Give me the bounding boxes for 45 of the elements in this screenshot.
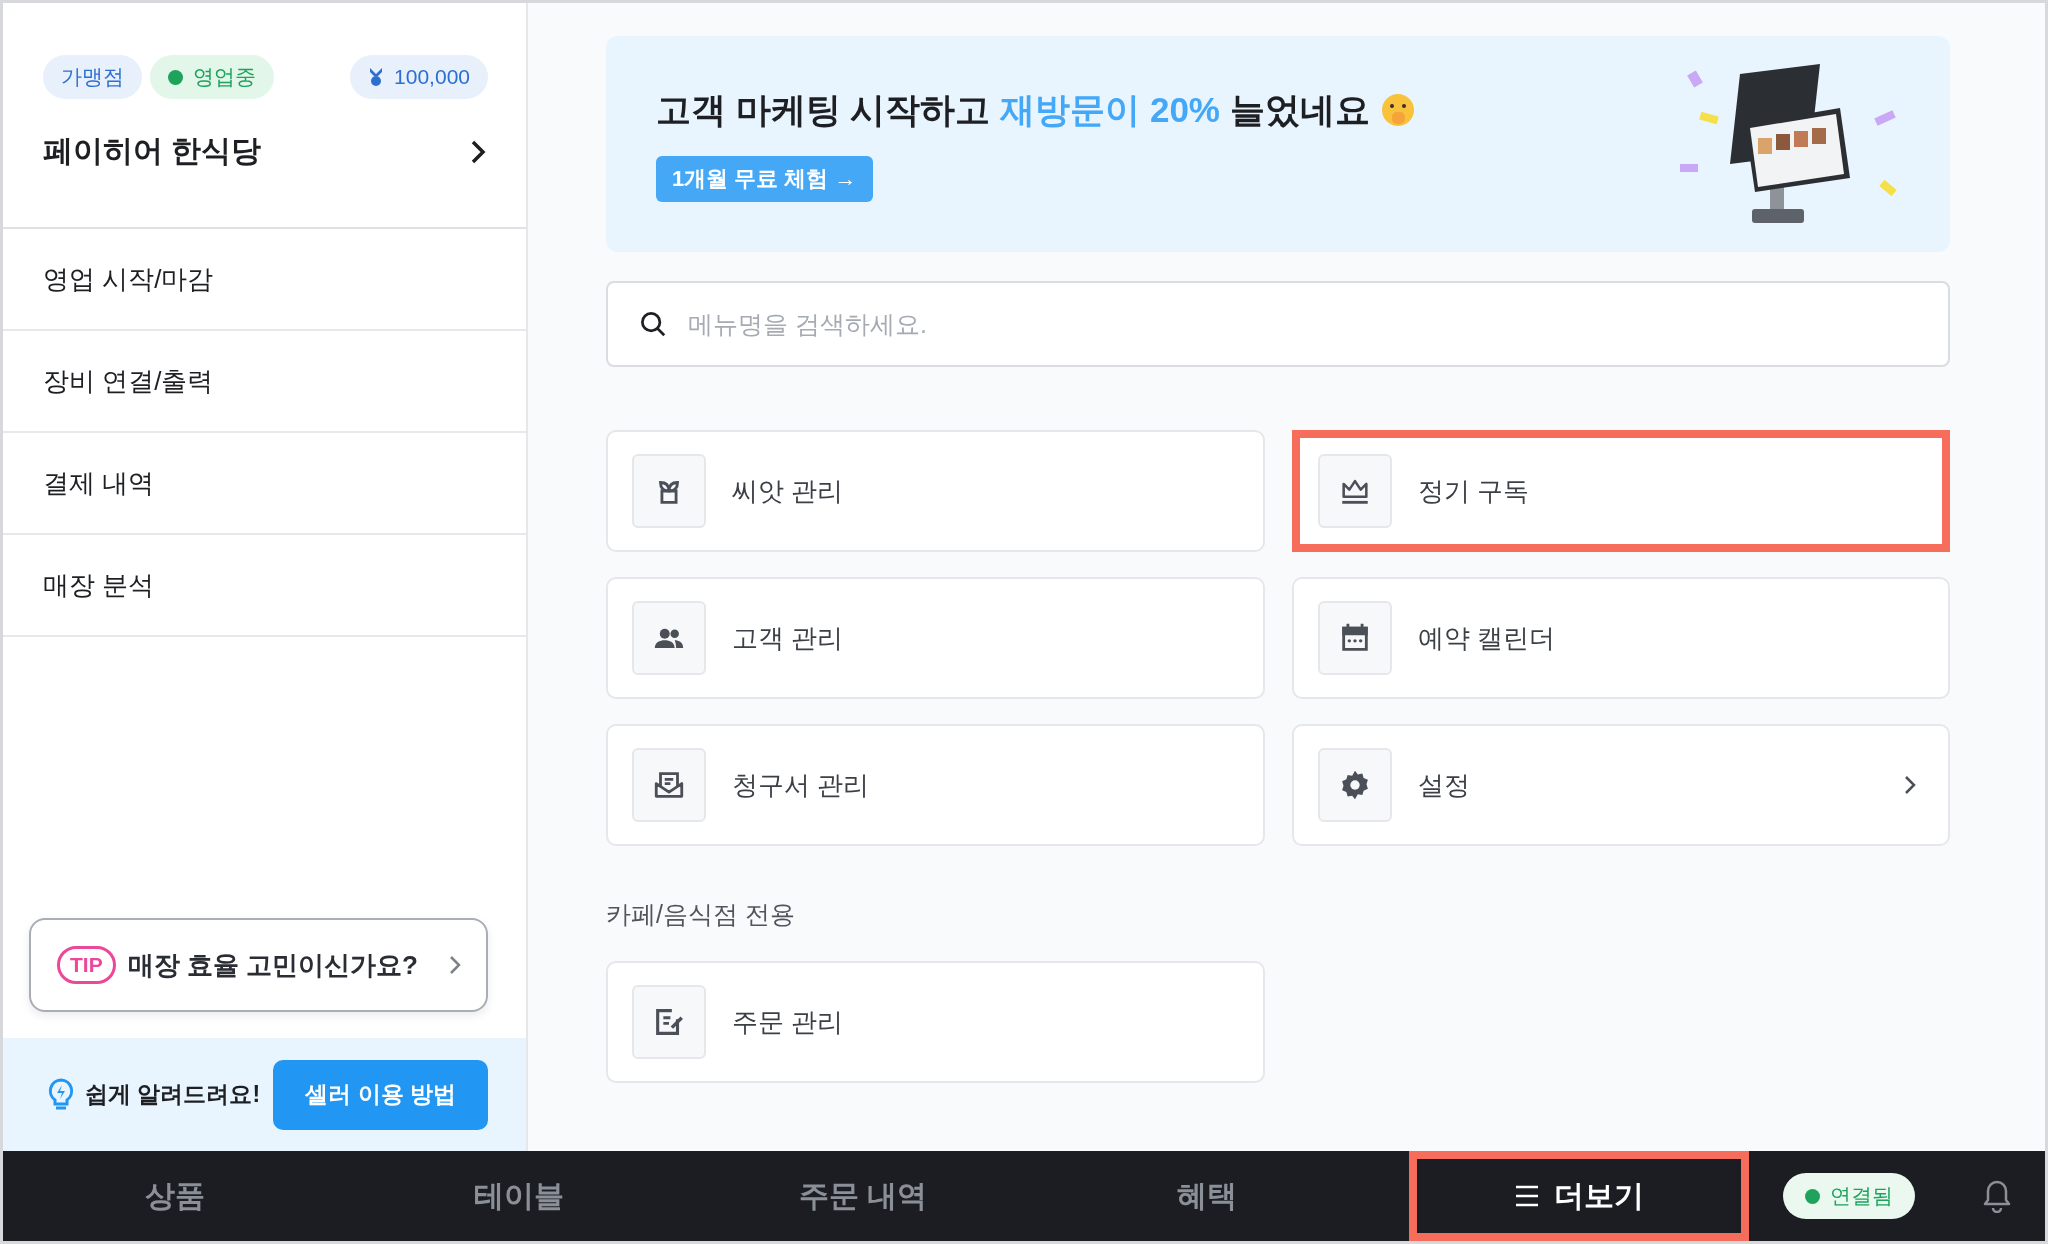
status-dot (168, 69, 183, 85)
status-text: 영업중 (193, 64, 256, 90)
menu-tile[interactable]: 고객 관리 (606, 577, 1265, 699)
section-title: 카페/음식점 전용 (606, 899, 796, 930)
tile-label: 설정 (1417, 768, 1471, 802)
tip-badge: TIP (57, 946, 116, 984)
lightbulb-icon (47, 1076, 75, 1113)
banner-headline: 고객 마케팅 시작하고 재방문이 20% 늘었네요 (656, 88, 1370, 131)
status-dot (1804, 1188, 1820, 1204)
menu-tile[interactable]: 청구서 관리 (606, 724, 1265, 846)
store-type-badge: 가맹점 (43, 55, 142, 99)
nav-tab[interactable]: 주문 내역 (691, 1151, 1035, 1241)
menu-tile[interactable]: 정기 구독 (1291, 430, 1950, 552)
tip-text: 매장 효율 고민이신가요? (127, 948, 419, 982)
points-value: 100,000 (394, 65, 470, 89)
menu-icon (1514, 1184, 1540, 1208)
nav-tab[interactable]: 더보기 (1409, 1151, 1749, 1241)
help-text: 쉽게 알려드려요! (85, 1080, 262, 1109)
store-name[interactable]: 페이히어 한식당 (43, 131, 262, 172)
emoji-icon (1379, 92, 1416, 128)
menu-tile[interactable]: 주문 관리 (606, 961, 1265, 1083)
menu-tile[interactable]: 예약 캘린더 (1291, 577, 1950, 699)
tip-card[interactable]: TIP 매장 효율 고민이신가요? (29, 918, 488, 1012)
notification-bell-icon[interactable] (1981, 1179, 2012, 1213)
medal-icon (368, 66, 385, 88)
sidebar-item[interactable]: 결제 내역 (3, 433, 526, 535)
promo-banner[interactable]: 고객 마케팅 시작하고 재방문이 20% 늘었네요 1개월 무료 체험 → (606, 36, 1950, 252)
sidebar-item[interactable]: 영업 시작/마감 (3, 229, 526, 331)
tile-label: 주문 관리 (732, 1005, 845, 1039)
tile-label: 씨앗 관리 (732, 474, 845, 508)
nav-tab[interactable]: 혜택 (1035, 1151, 1379, 1241)
chevron-icon (448, 954, 462, 976)
tile-label: 청구서 관리 (732, 768, 871, 802)
search-field[interactable]: 메뉴명을 검색하세요. (606, 281, 1950, 367)
tile-label: 고객 관리 (732, 621, 845, 655)
tile-label: 예약 캘린더 (1417, 621, 1556, 655)
tile-label: 정기 구독 (1417, 474, 1530, 508)
menu-tile[interactable]: 설정 (1291, 724, 1950, 846)
menu-tile[interactable]: 씨앗 관리 (606, 430, 1265, 552)
connection-text: 연결됨 (1829, 1183, 1893, 1209)
nav-tab[interactable]: 상품 (3, 1151, 347, 1241)
sidebar-item[interactable]: 매장 분석 (3, 535, 526, 637)
chevron-icon (1902, 774, 1918, 796)
sidebar-item[interactable]: 장비 연결/출력 (3, 331, 526, 433)
nav-tab[interactable]: 테이블 (347, 1151, 691, 1241)
